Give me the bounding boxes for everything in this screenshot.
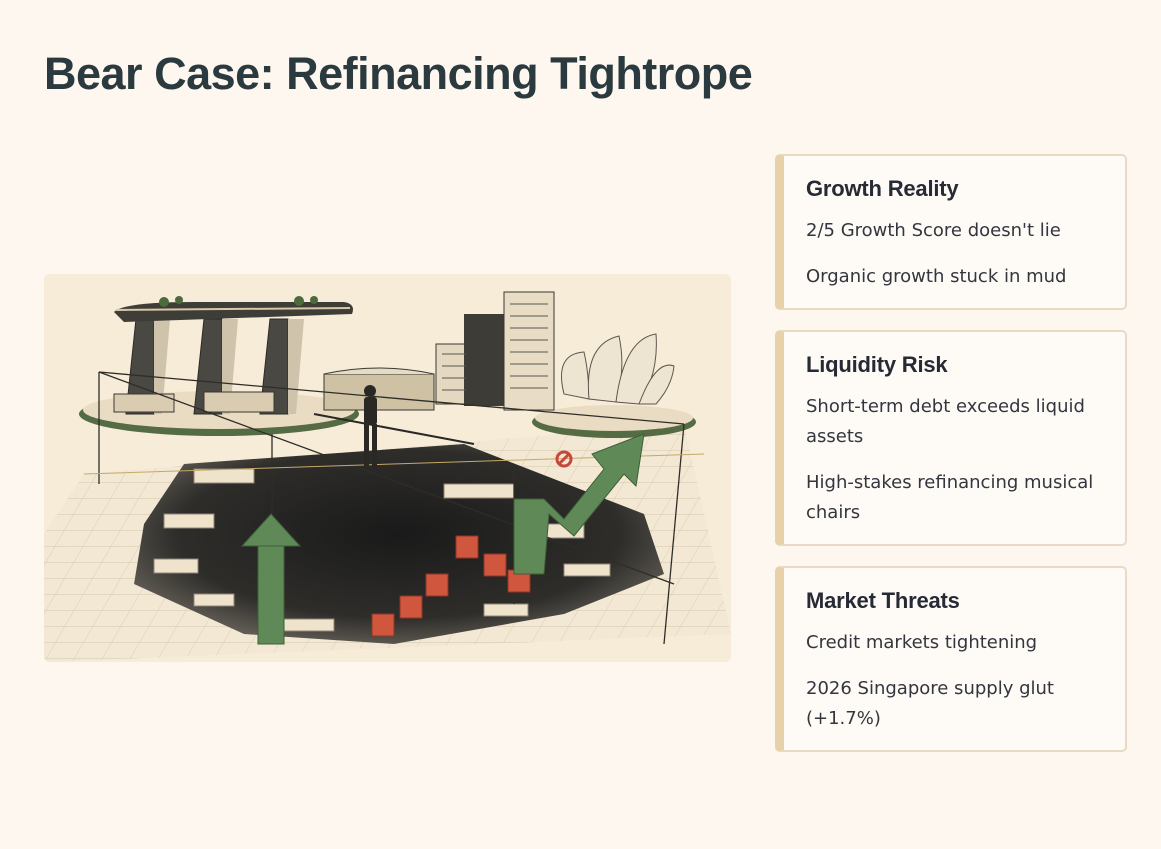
card-item: Short-term debt exceeds liquid assets — [806, 396, 1085, 447]
card-title: Market Threats — [806, 588, 960, 613]
card-liquidity-risk: Liquidity Risk Short-term debt exceeds l… — [775, 330, 1127, 546]
card-title: Growth Reality — [806, 176, 959, 201]
card-growth-reality: Growth Reality 2/5 Growth Score doesn't … — [775, 154, 1127, 310]
card-item: 2/5 Growth Score doesn't lie — [806, 220, 1061, 241]
card-item: High-stakes refinancing musical chairs — [806, 472, 1094, 523]
hero-illustration — [44, 274, 731, 662]
card-item: Credit markets tightening — [806, 632, 1038, 653]
page-title: Bear Case: Refinancing Tightrope — [44, 48, 753, 99]
card-market-threats: Market Threats Credit markets tightening… — [775, 566, 1127, 752]
card-item: Organic growth stuck in mud — [806, 266, 1067, 287]
card-item: 2026 Singapore supply glut (+1.7%) — [806, 678, 1054, 729]
risk-cards: Growth Reality 2/5 Growth Score doesn't … — [775, 154, 1127, 772]
card-title: Liquidity Risk — [806, 352, 948, 377]
